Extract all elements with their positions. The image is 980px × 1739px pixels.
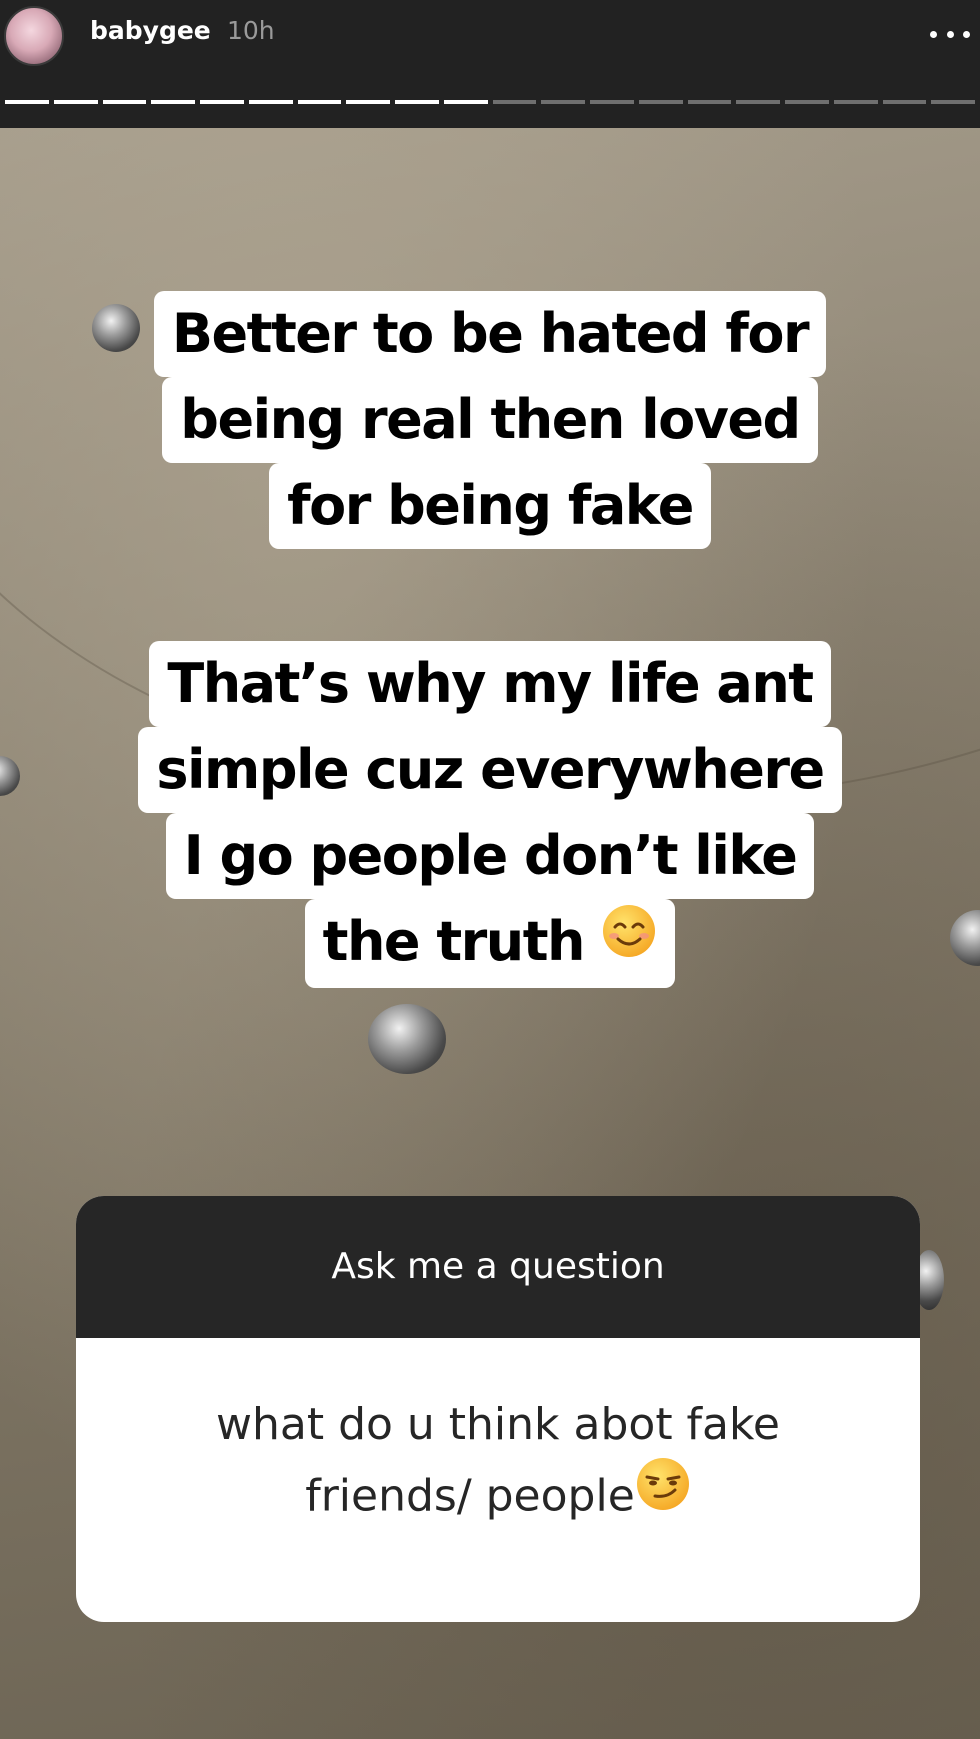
progress-segment [931,100,975,104]
caption-line: simple cuz everywhere [138,727,842,813]
progress-segment [541,100,585,104]
question-line-last: friends/ people [76,1458,920,1537]
caption-line: being real then loved [162,377,818,463]
more-options-icon[interactable] [930,22,970,46]
progress-segment [151,100,195,104]
avatar[interactable] [4,6,64,66]
caption-message: That’s why my life ant simple cuz everyw… [0,641,980,989]
post-timestamp: 10h [227,16,275,45]
progress-segment [443,100,488,104]
progress-segment [395,100,439,104]
caption-quote: Better to be hated for being real then l… [0,291,980,549]
progress-segment [785,100,829,104]
question-sticker-title: Ask me a question [76,1196,920,1338]
progress-segment [590,100,634,104]
rhinestone-decoration [368,1004,446,1074]
progress-segment [492,100,537,104]
progress-segment [882,100,927,104]
progress-segment [200,100,244,104]
progress-segment [638,100,683,104]
progress-segment [833,100,878,104]
caption-line: That’s why my life ant [149,641,831,727]
story-header: babygee 10h [0,0,980,128]
caption-line: I go people don’t like [165,813,815,899]
username[interactable]: babygee [90,16,211,45]
progress-segment [346,100,390,104]
question-text: what do u think abot fake friends/ peopl… [76,1338,920,1537]
progress-segment [5,100,49,104]
question-sticker[interactable]: Ask me a question what do u think abot f… [76,1196,920,1622]
caption-line-text: the truth [322,910,586,973]
progress-segment [53,100,98,104]
smiling-face-with-smiling-eyes-icon [601,898,657,984]
story-viewer: babygee 10h Better to be hated for being… [0,0,980,1739]
caption-line: for being fake [269,463,711,549]
question-line: what do u think abot fake [216,1399,780,1450]
progress-segment [248,100,293,104]
question-line-text: friends/ people [305,1470,635,1522]
progress-segment [736,100,780,104]
caption-line-last: the truth [304,898,676,989]
caption-line: Better to be hated for [153,291,827,377]
story-content[interactable]: Better to be hated for being real then l… [0,128,980,1739]
progress-segment [687,100,732,104]
progress-segment [102,100,147,104]
progress-segment [297,100,342,104]
smirking-face-icon [635,1456,691,1533]
story-progress-bar [5,100,975,104]
